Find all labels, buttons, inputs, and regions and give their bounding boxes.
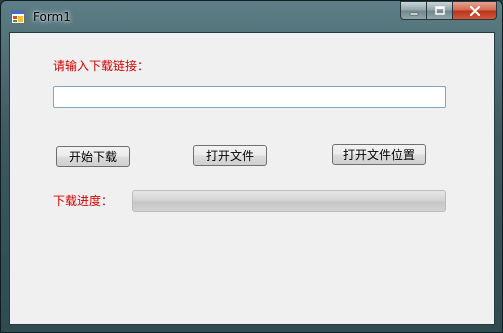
maximize-button[interactable] (427, 1, 453, 20)
main-window: Form1 请输入下载链接： 开始下载 打开文件 打开文件位置 下载进度： (0, 0, 503, 333)
close-button[interactable] (453, 1, 497, 20)
title-bar[interactable]: Form1 (1, 1, 502, 31)
open-file-location-button[interactable]: 打开文件位置 (332, 144, 426, 165)
url-label: 请输入下载链接： (53, 59, 150, 73)
progress-label: 下载进度： (53, 194, 114, 208)
close-icon (469, 1, 481, 20)
open-file-button[interactable]: 打开文件 (193, 145, 267, 166)
form-client-area: 请输入下载链接： 开始下载 打开文件 打开文件位置 下载进度： (9, 32, 495, 325)
maximize-icon (434, 1, 446, 20)
window-title: Form1 (33, 10, 71, 24)
minimize-button[interactable] (400, 1, 427, 20)
url-input[interactable] (53, 86, 446, 108)
window-controls (400, 1, 497, 20)
minimize-icon (408, 1, 420, 20)
start-download-button[interactable]: 开始下载 (56, 146, 130, 167)
form-app-icon[interactable] (11, 9, 25, 24)
download-progress-bar (132, 190, 446, 212)
